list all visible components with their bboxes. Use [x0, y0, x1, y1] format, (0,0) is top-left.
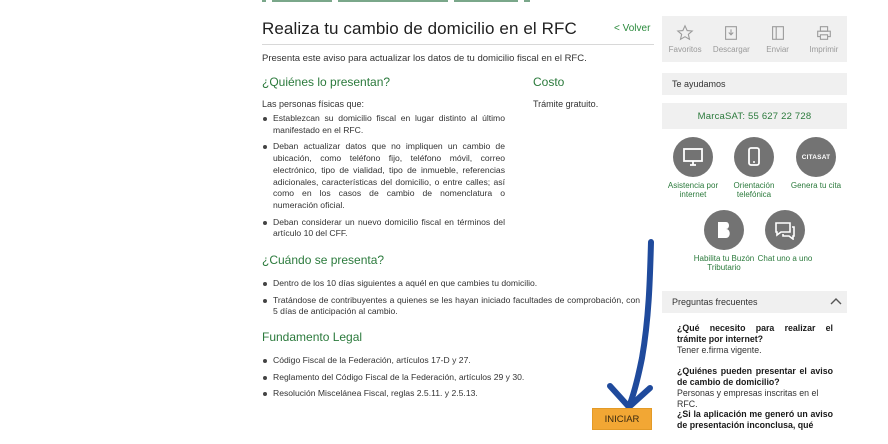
- cuando-list: Dentro de los 10 días siguientes a aquél…: [262, 278, 640, 323]
- list-item: Reglamento del Código Fiscal de la Feder…: [262, 372, 640, 384]
- faq-item[interactable]: ¿Si la aplicación me generó un aviso de …: [677, 409, 833, 431]
- list-item: Resolución Miscelánea Fiscal, reglas 2.5…: [262, 388, 640, 400]
- buzon-icon: [704, 210, 744, 250]
- help-option-buzon[interactable]: Habilita tu Buzón Tributario: [692, 210, 756, 272]
- download-button[interactable]: Descargar: [708, 16, 754, 62]
- share-toolbar: Favoritos Descargar Enviar Imprimir: [662, 16, 847, 62]
- monitor-icon: [673, 137, 713, 177]
- help-option-label: Genera tu cita: [790, 181, 842, 190]
- printer-icon: [817, 26, 831, 40]
- star-icon: [676, 24, 694, 41]
- page-title: Realiza tu cambio de domicilio en el RFC: [262, 19, 577, 38]
- help-option-cita[interactable]: CITASAT Genera tu cita: [784, 137, 848, 190]
- cuando-heading: ¿Cuándo se presenta?: [262, 253, 385, 267]
- download-icon: [725, 26, 738, 40]
- faq-question: ¿Quiénes pueden presentar el aviso de ca…: [677, 366, 833, 387]
- costo-text: Trámite gratuito.: [533, 99, 599, 109]
- faq-question: ¿Qué necesito para realizar el trámite p…: [677, 323, 833, 344]
- help-option-label: Asistencia por internet: [667, 181, 719, 199]
- print-button[interactable]: Imprimir: [801, 16, 847, 62]
- intro-text: Presenta este aviso para actualizar los …: [262, 53, 587, 64]
- costo-heading: Costo: [533, 75, 565, 89]
- send-button[interactable]: Enviar: [755, 16, 801, 62]
- main-content: Realiza tu cambio de domicilio en el RFC…: [262, 0, 654, 444]
- print-label: Imprimir: [809, 45, 839, 54]
- quienes-heading: ¿Quiénes lo presentan?: [262, 75, 391, 89]
- list-item: Código Fiscal de la Federación, artículo…: [262, 355, 640, 367]
- faq-question: ¿Si la aplicación me generó un aviso de …: [677, 409, 833, 430]
- fundamento-list: Código Fiscal de la Federación, artículo…: [262, 355, 640, 405]
- iniciar-button[interactable]: INICIAR: [592, 408, 652, 430]
- quienes-subtitle: Las personas físicas que:: [262, 99, 365, 109]
- chat-icon: [765, 210, 805, 250]
- list-item: Deban considerar un nuevo domicilio fisc…: [262, 217, 505, 240]
- list-item: Deban actualizar datos que no impliquen …: [262, 141, 505, 211]
- help-option-label: Orientación telefónica: [733, 181, 775, 199]
- list-item: Dentro de los 10 días siguientes a aquél…: [262, 278, 640, 290]
- help-panel-title: Te ayudamos: [662, 73, 847, 95]
- list-item: Establezcan su domicilio fiscal en lugar…: [262, 113, 505, 136]
- faq-item[interactable]: ¿Quiénes pueden presentar el aviso de ca…: [677, 366, 833, 410]
- send-icon: [771, 26, 784, 40]
- help-option-label: Habilita tu Buzón Tributario: [693, 254, 755, 272]
- phone-number: MarcaSAT: 55 627 22 728: [662, 103, 847, 129]
- send-label: Enviar: [766, 45, 789, 54]
- quienes-list: Establezcan su domicilio fiscal en lugar…: [262, 113, 505, 245]
- list-item: Tratándose de contribuyentes a quienes s…: [262, 295, 640, 318]
- phone-icon: [734, 137, 774, 177]
- help-option-internet[interactable]: Asistencia por internet: [661, 137, 725, 199]
- help-option-telefonica[interactable]: Orientación telefónica: [722, 137, 786, 199]
- faq-answer: Personas y empresas inscritas en el RFC.: [677, 388, 819, 409]
- chevron-up-icon[interactable]: [829, 295, 843, 307]
- title-divider: [262, 44, 654, 45]
- faq-header[interactable]: Preguntas frecuentes: [662, 291, 847, 313]
- citasat-icon: CITASAT: [796, 137, 836, 177]
- favorites-button[interactable]: Favoritos: [662, 16, 708, 62]
- help-option-label: Chat uno a uno: [757, 254, 813, 263]
- faq-title: Preguntas frecuentes: [672, 297, 758, 307]
- favorites-label: Favoritos: [668, 45, 702, 54]
- help-option-chat[interactable]: Chat uno a uno: [753, 210, 817, 263]
- faq-item[interactable]: ¿Qué necesito para realizar el trámite p…: [677, 323, 833, 356]
- download-label: Descargar: [712, 45, 750, 54]
- faq-answer: Tener e.firma vigente.: [677, 345, 762, 355]
- fundamento-heading: Fundamento Legal: [262, 330, 363, 344]
- back-link[interactable]: < Volver: [614, 23, 650, 34]
